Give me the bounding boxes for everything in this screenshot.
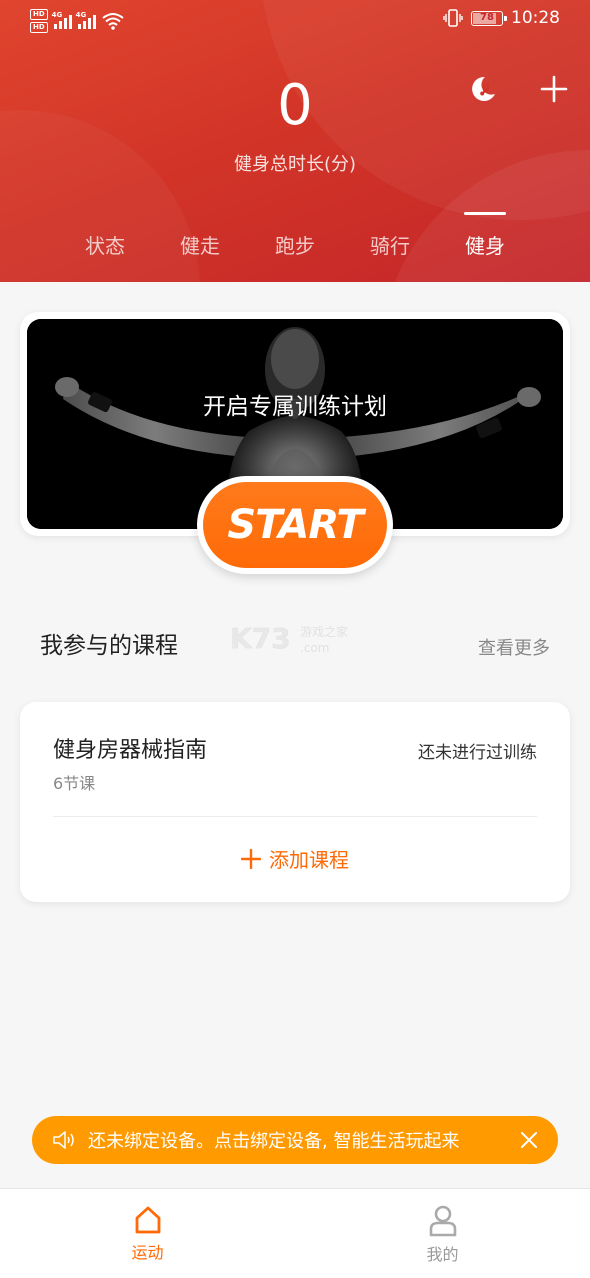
person-icon [429, 1205, 456, 1237]
bind-device-notice[interactable]: 还未绑定设备。点击绑定设备, 智能生活玩起来 [32, 1116, 558, 1164]
hd-badge-1: HD [30, 9, 48, 20]
tab-fitness[interactable]: 健身 [438, 212, 532, 272]
tab-walking[interactable]: 健走 [153, 212, 247, 272]
svg-text:K73: K73 [230, 622, 291, 655]
wifi-icon [102, 13, 124, 30]
watermark-logo: K73 游戏之家 .com [230, 622, 348, 656]
nav-label-mine: 我的 [426, 1245, 459, 1264]
signal-icon-2: 4G [75, 11, 96, 29]
svg-text:.com: .com [300, 641, 329, 655]
signal-icon-1: 4G [51, 11, 72, 29]
battery-level: 78 [480, 11, 494, 23]
tab-running[interactable]: 跑步 [248, 212, 342, 272]
network-type-1: 4G [51, 11, 63, 19]
divider [53, 816, 537, 817]
nav-label-sport: 运动 [131, 1243, 164, 1262]
notice-text: 还未绑定设备。点击绑定设备, 智能生活玩起来 [88, 1131, 460, 1152]
view-more-link[interactable]: 查看更多 [478, 634, 550, 660]
hd-badge-2: HD [30, 22, 48, 33]
banner-title: 开启专属训练计划 [203, 394, 387, 420]
course-lesson-count: 6节课 [53, 774, 96, 793]
courses-section-title: 我参与的课程 [40, 633, 178, 659]
close-icon[interactable] [520, 1131, 538, 1149]
tab-status[interactable]: 状态 [58, 212, 152, 272]
svg-text:游戏之家: 游戏之家 [300, 624, 348, 639]
vibrate-icon [443, 9, 463, 27]
status-bar: HD HD 4G 4G 78 10:28 [0, 0, 590, 40]
course-card[interactable]: 健身房器械指南 6节课 还未进行过训练 添加课程 [20, 702, 570, 902]
total-duration-value: 0 [277, 73, 313, 138]
hd-indicators: HD HD [30, 9, 48, 33]
speaker-icon [53, 1131, 74, 1149]
nav-item-sport[interactable]: 运动 [0, 1189, 295, 1278]
status-right: 78 10:28 [443, 8, 560, 28]
network-type-2: 4G [75, 11, 87, 19]
total-duration-label: 健身总时长(分) [233, 154, 357, 175]
tab-cycling[interactable]: 骑行 [343, 212, 437, 272]
status-left: HD HD 4G 4G [30, 9, 124, 33]
battery-icon: 78 [471, 10, 507, 26]
plus-icon [241, 848, 261, 869]
add-course-label: 添加课程 [269, 848, 349, 872]
header: HD HD 4G 4G 78 10:28 0 健身总时长(分) 状态 健走 跑步… [0, 0, 590, 282]
course-name[interactable]: 健身房器械指南 [53, 732, 207, 764]
course-status: 还未进行过训练 [418, 743, 537, 763]
nav-item-mine[interactable]: 我的 [295, 1189, 590, 1278]
add-course-button[interactable]: 添加课程 [20, 844, 570, 873]
sport-tabs: 状态 健走 跑步 骑行 健身 [58, 212, 532, 272]
start-button-label: START [203, 482, 387, 568]
status-time: 10:28 [511, 8, 560, 28]
bottom-navigation: 运动 我的 [0, 1188, 590, 1278]
home-icon [135, 1206, 160, 1234]
start-button[interactable]: START [197, 476, 393, 574]
